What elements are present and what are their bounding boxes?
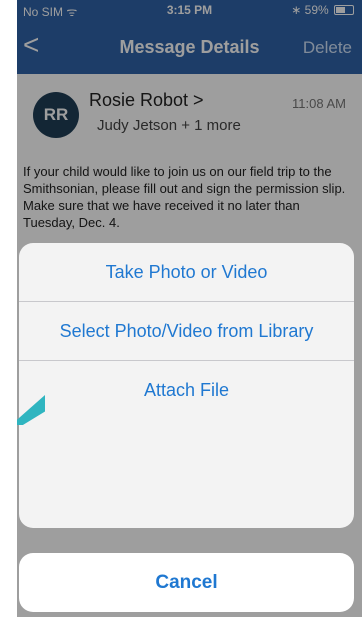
phone-screen: No SIM ᯤ 3:15 PM ∗ 59% < Message Details… bbox=[17, 0, 362, 617]
select-photo-library-button[interactable]: Select Photo/Video from Library bbox=[19, 302, 354, 360]
attach-file-button[interactable]: Attach File bbox=[19, 361, 354, 419]
screenshot: No SIM ᯤ 3:15 PM ∗ 59% < Message Details… bbox=[0, 0, 362, 617]
cancel-button[interactable]: Cancel bbox=[19, 553, 354, 612]
take-photo-button[interactable]: Take Photo or Video bbox=[19, 243, 354, 301]
action-sheet: Take Photo or Video Select Photo/Video f… bbox=[19, 243, 354, 528]
